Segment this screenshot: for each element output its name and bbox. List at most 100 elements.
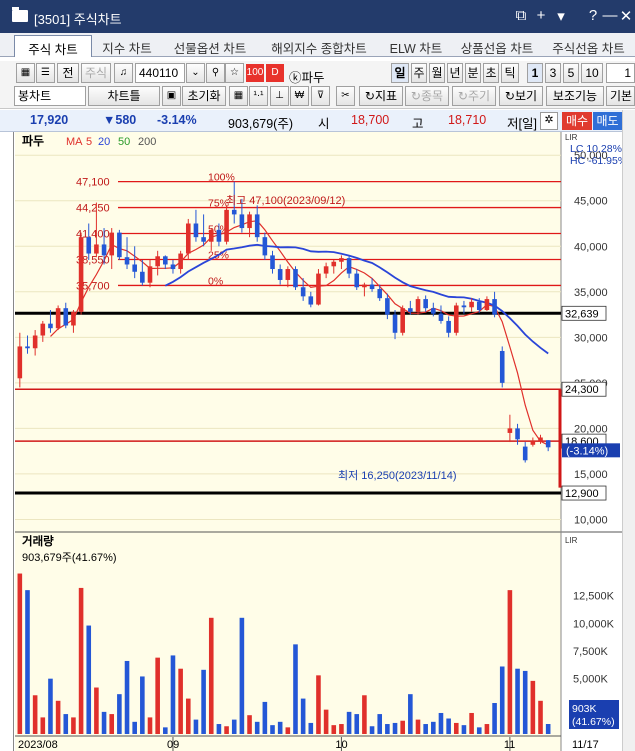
volume-bar <box>32 695 38 734</box>
won-icon[interactable]: ₩ <box>290 86 309 106</box>
high-label: 고 <box>412 117 424 131</box>
period-second[interactable]: 초 <box>483 63 499 83</box>
chart-frame-button[interactable]: 차트틀 <box>88 86 160 106</box>
period-tick[interactable]: 틱 <box>501 63 519 83</box>
candle-body <box>78 237 84 312</box>
price-chart[interactable]: 47,100100%44,25075%41,40050%38,55025%35,… <box>0 132 635 751</box>
candle-body <box>362 284 367 288</box>
sell-button[interactable]: 매도 <box>593 112 622 130</box>
period-year[interactable]: 년 <box>447 63 463 83</box>
stock-button[interactable]: ↻종목 <box>405 86 449 106</box>
scale-mark-top: LIR <box>565 133 578 142</box>
candle-body <box>545 440 551 448</box>
help-icon[interactable]: ? <box>584 7 602 24</box>
cycle-button[interactable]: ↻주기 <box>452 86 496 106</box>
gear-icon[interactable]: ✲ <box>540 112 558 130</box>
period-day[interactable]: 일 <box>391 63 409 83</box>
interval-3[interactable]: 3 <box>545 63 561 83</box>
period-minute[interactable]: 분 <box>465 63 481 83</box>
candle-body <box>507 428 513 433</box>
tab-overseas-index[interactable]: 해외지수 종합차트 <box>258 35 380 57</box>
tab-elw-chart[interactable]: ELW 차트 <box>380 35 452 57</box>
grid-icon[interactable]: ▦ <box>229 86 248 106</box>
aux-button[interactable]: 보조기능 <box>546 86 604 106</box>
price-tick: 45,000 <box>574 196 608 208</box>
layout-icon[interactable]: ▦ <box>16 63 35 83</box>
candle-body <box>415 299 421 312</box>
vertical-scrollbar[interactable] <box>622 110 635 751</box>
close-icon[interactable]: ✕ <box>617 7 635 25</box>
candle-body <box>178 253 183 270</box>
interval-10[interactable]: 10 <box>581 63 603 83</box>
volume-bar <box>461 725 467 734</box>
candle-body <box>530 441 536 445</box>
code-input[interactable]: 440110 <box>135 63 185 83</box>
ratio-icon[interactable]: ¹·¹ <box>249 86 268 106</box>
chart-type-select[interactable]: 봉차트 <box>14 86 86 106</box>
restore-icon[interactable]: ⧉ <box>512 7 530 24</box>
filter-icon[interactable]: ⊽ <box>311 86 330 106</box>
volume-bar <box>201 669 206 734</box>
scale-mark-bottom: LIR <box>565 536 578 545</box>
price-tick: 10,000 <box>574 514 608 526</box>
volume-bar <box>346 711 352 734</box>
list-icon[interactable]: ☰ <box>36 63 55 83</box>
chevron-down-icon[interactable]: ▾ <box>552 7 570 25</box>
volume-bar <box>522 670 528 734</box>
trade-volume: 903,679(주) <box>228 117 294 131</box>
volume-bar <box>208 617 214 734</box>
interval-input[interactable]: 1 <box>606 63 635 83</box>
pin-icon[interactable]: ⊥ <box>270 86 289 106</box>
indicator-button[interactable]: ↻지표 <box>359 86 403 106</box>
period-month[interactable]: 월 <box>429 63 445 83</box>
stock-type-button[interactable]: 주식 <box>81 63 111 83</box>
volume-bar <box>48 678 53 734</box>
volume-bar <box>385 724 390 734</box>
volume-bar <box>316 675 321 734</box>
volume-bar <box>25 590 30 734</box>
candle-body <box>94 244 99 254</box>
price-change: ▼580 <box>103 113 137 127</box>
market-button[interactable]: 전 <box>57 63 79 83</box>
badge-100: 100 <box>246 64 264 82</box>
buy-button[interactable]: 매수 <box>562 112 592 130</box>
candle-body <box>492 299 497 315</box>
open-label: 시 <box>318 117 330 131</box>
price-tick: 15,000 <box>574 469 608 481</box>
price-label: 32,639 <box>565 308 599 320</box>
volume-tick: 5,000K <box>573 674 609 686</box>
bell-icon[interactable]: ♫ <box>114 63 133 83</box>
save-icon[interactable]: ▣ <box>162 86 181 106</box>
candle-body <box>469 301 474 308</box>
chevron-down-icon[interactable]: ⌄ <box>186 63 205 83</box>
plus-icon[interactable]: + <box>532 7 550 24</box>
reset-button[interactable]: 초기화 <box>182 86 226 106</box>
candle-body <box>392 314 398 333</box>
volume-bar <box>277 721 283 734</box>
fib-pct: 0% <box>208 275 223 287</box>
candle-body <box>369 284 375 290</box>
interval-1[interactable]: 1 <box>527 63 543 83</box>
volume-bar <box>369 726 375 734</box>
candle-body <box>262 237 268 256</box>
scissors-icon[interactable]: ✂ <box>336 86 355 106</box>
view-button[interactable]: ↻보기 <box>499 86 543 106</box>
folder-icon <box>12 7 28 22</box>
period-week[interactable]: 주 <box>411 63 427 83</box>
candle-body <box>40 323 46 336</box>
candle-body <box>515 428 520 440</box>
tab-futures-chart[interactable]: 선물옵션 차트 <box>162 35 258 57</box>
low-annotation: 최저 16,250(2023/11/14) <box>338 469 457 482</box>
basic-button[interactable]: 기본 <box>606 86 635 106</box>
candle-body <box>538 437 543 442</box>
tab-stock-chart[interactable]: 주식 차트 <box>14 35 92 57</box>
tab-index-chart[interactable]: 지수 차트 <box>92 35 162 57</box>
star-icon[interactable]: ☆ <box>225 63 244 83</box>
volume-bar <box>331 725 337 734</box>
tab-commodity-chart[interactable]: 상품선옵 차트 <box>452 35 542 57</box>
candle-body <box>231 209 237 215</box>
candle-body <box>185 223 191 254</box>
tab-stock-futures[interactable]: 주식선옵 차트 <box>542 35 635 57</box>
interval-5[interactable]: 5 <box>563 63 579 83</box>
search-icon[interactable]: ⚲ <box>206 63 225 83</box>
